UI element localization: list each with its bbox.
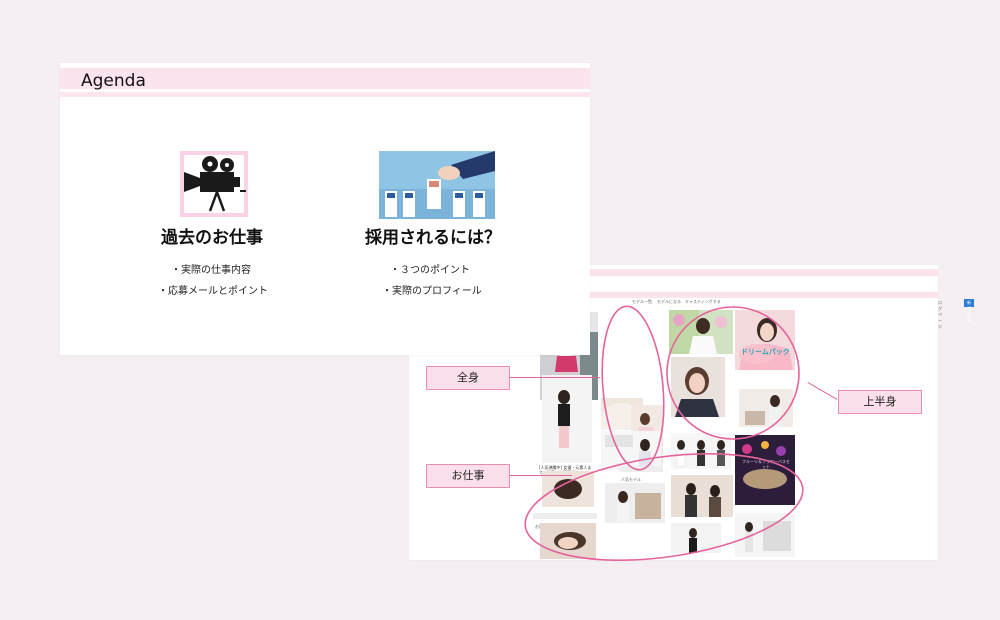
photo-thumbnail[interactable] bbox=[739, 389, 793, 427]
callout-label: 全身 bbox=[457, 371, 479, 384]
agenda-item: ・応募メールとポイント bbox=[158, 286, 268, 297]
nav-link-login[interactable]: ログページ bbox=[938, 300, 942, 330]
callout-work: お仕事 bbox=[426, 464, 510, 488]
callout-connector bbox=[510, 377, 600, 378]
photo-thumbnail[interactable] bbox=[542, 375, 592, 463]
callout-connector bbox=[510, 475, 572, 476]
agenda-heading-how-to-get-hired: 採用されるには？ bbox=[365, 228, 501, 248]
callout-full-body: 全身 bbox=[426, 366, 510, 390]
photo-thumbnail[interactable] bbox=[601, 431, 661, 471]
agenda-item: ・実際の仕事内容 bbox=[171, 265, 251, 276]
ad-banner-text: ドリームパック bbox=[741, 348, 790, 356]
photo-thumbnail[interactable] bbox=[671, 357, 725, 417]
profile-cards-icon bbox=[379, 151, 495, 219]
grid-caption: フルーツ＆フラワーバスセット bbox=[742, 459, 790, 469]
agenda-item: ・３つのポイント bbox=[390, 265, 470, 276]
movie-camera-icon bbox=[180, 151, 248, 217]
agenda-slide: Agenda 過去のお仕事 ・実際の仕事内容 ・応募メールとポイント 採用される… bbox=[60, 63, 590, 355]
photo-thumbnail[interactable] bbox=[671, 433, 731, 469]
nav-link-become-model[interactable]: モデルになる bbox=[657, 299, 681, 305]
title-band bbox=[60, 92, 590, 97]
photo-thumbnail[interactable] bbox=[669, 310, 733, 354]
nav-link-models[interactable]: モデル一覧 bbox=[632, 299, 652, 305]
photo-thumbnail[interactable] bbox=[671, 523, 721, 553]
photo-thumbnail[interactable]: ドリームパック bbox=[735, 310, 795, 370]
slide-title: Agenda bbox=[81, 71, 146, 91]
header-band bbox=[590, 269, 938, 276]
nav-link-casting[interactable]: キャスティングする bbox=[685, 299, 721, 305]
callout-upper-body: 上半身 bbox=[838, 390, 922, 414]
photo-thumbnail[interactable] bbox=[605, 483, 665, 523]
label-pill-text: 人気モデル bbox=[621, 477, 641, 482]
photo-thumbnail[interactable]: フルーツ＆フラワーバスセット bbox=[735, 435, 795, 505]
photo-thumbnail[interactable] bbox=[671, 475, 733, 517]
photo-thumbnail[interactable] bbox=[735, 513, 795, 557]
site-nav-bar: モデル一覧 モデルになる キャスティングする ログページ 新規登録 bbox=[590, 298, 974, 329]
info-label: お知らせ bbox=[533, 513, 597, 529]
callout-label: お仕事 bbox=[451, 469, 485, 482]
callout-label: 上半身 bbox=[863, 395, 897, 408]
photo-thumbnail[interactable] bbox=[542, 471, 594, 507]
agenda-heading-past-work: 過去のお仕事 bbox=[161, 228, 263, 248]
agenda-item: ・実際のプロフィール bbox=[382, 286, 482, 297]
photo-thumbnail[interactable] bbox=[540, 523, 596, 559]
signup-button[interactable]: 新規登録 bbox=[964, 299, 974, 323]
label-pill[interactable]: 人気モデル bbox=[619, 466, 663, 482]
